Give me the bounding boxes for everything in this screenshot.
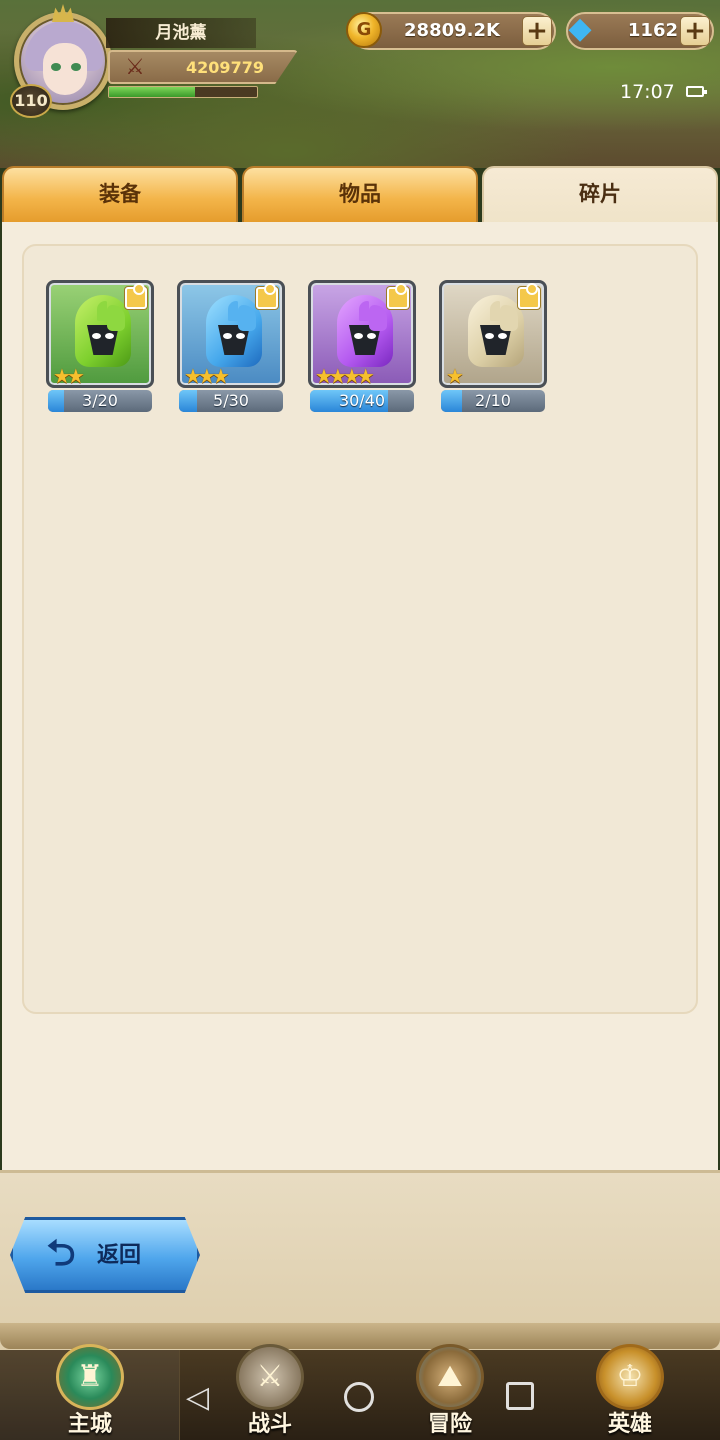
combat-power-plate: ⚔ 4209779 — [108, 50, 298, 84]
avatar-face — [43, 43, 87, 95]
bottom-scroll-panel: ⮌ 返回 — [0, 1170, 720, 1350]
fragment-progress-bar: 5/30 — [179, 390, 283, 412]
fragment-item-frame[interactable]: ★★★ — [177, 280, 285, 388]
star-rating: ★ — [446, 364, 464, 388]
helmet-crest — [107, 305, 125, 331]
gem-counter: ◆ 1162 + — [566, 12, 714, 50]
fragment-item-frame[interactable]: ★ — [439, 280, 547, 388]
player-avatar-frame[interactable]: 110 — [6, 4, 118, 118]
crown-icon — [52, 4, 74, 22]
fragment-slot[interactable]: ★ 2/10 — [439, 280, 547, 420]
fragment-slot[interactable]: ★★★ 5/30 — [177, 280, 285, 420]
fragment-progress-bar: 3/20 — [48, 390, 152, 412]
map-scroll-icon: ⛰ — [416, 1344, 484, 1410]
experience-bar — [108, 86, 258, 98]
nav-label: 主城 — [67, 1412, 112, 1437]
fragment-progress-bar: 2/10 — [441, 390, 545, 412]
gem-value: 1162 — [627, 20, 678, 41]
puzzle-piece-icon — [256, 283, 278, 309]
scroll-edge — [0, 1323, 720, 1349]
battery-icon — [686, 86, 707, 97]
avatar-eye-left — [51, 63, 61, 71]
swords-glyph: ⚔ — [256, 1359, 284, 1394]
back-button[interactable]: ⮌ 返回 — [10, 1217, 200, 1293]
star-rating: ★★★★ — [315, 364, 375, 388]
avatar-eye-right — [71, 63, 81, 71]
status-clock: 17:07 — [620, 81, 675, 103]
crossed-swords-icon: ⚔ — [236, 1344, 304, 1410]
helmet-crest — [369, 305, 387, 331]
system-recents-icon[interactable] — [506, 1382, 534, 1410]
tab-items[interactable]: 物品 — [242, 166, 478, 224]
diamond-icon: ◆ — [568, 11, 592, 46]
player-level-badge: 110 — [10, 84, 52, 118]
hero-crest-icon: ♔ — [596, 1344, 664, 1410]
star-rating: ★★★ — [184, 364, 230, 388]
fragment-item-frame[interactable]: ★★★★ — [308, 280, 416, 388]
crossed-swords-icon: ⚔ — [125, 55, 145, 80]
puzzle-piece-icon — [125, 283, 147, 309]
tab-fragments[interactable]: 碎片 — [482, 166, 718, 224]
helmet-horn — [359, 301, 369, 321]
tab-equipment[interactable]: 装备 — [2, 166, 238, 224]
star-rating: ★★ — [53, 364, 85, 388]
white-helmet-icon — [468, 295, 524, 367]
helmet-horn — [228, 301, 238, 321]
gold-value: 28809.2K — [404, 20, 500, 41]
top-header: 110 月池薰 ⚔ 4209779 G 28809.2K + ◆ 1162 + … — [0, 0, 720, 168]
map-glyph: ⛰ — [437, 1359, 463, 1394]
castle-icon: ♜ — [56, 1344, 124, 1410]
system-home-icon[interactable] — [344, 1382, 374, 1412]
add-gems-button[interactable]: + — [680, 16, 710, 46]
helmet-crest — [500, 305, 518, 331]
return-arrow-icon: ⮌ — [46, 1233, 76, 1274]
helmet-horn — [490, 301, 500, 321]
blue-helmet-icon — [206, 295, 262, 367]
fragment-item-frame[interactable]: ★★ — [46, 280, 154, 388]
nav-main-city[interactable]: ♜ 主城 — [0, 1344, 180, 1440]
nav-heroes[interactable]: ♔ 英雄 — [540, 1344, 720, 1440]
combat-power-value: 4209779 — [186, 58, 264, 77]
fragment-progress-bar: 30/40 — [310, 390, 414, 412]
back-button-label: 返回 — [97, 1243, 142, 1268]
player-name: 月池薰 — [106, 18, 256, 48]
experience-bar-fill — [109, 87, 195, 97]
nav-label: 英雄 — [607, 1412, 652, 1437]
nav-label: 冒险 — [427, 1412, 472, 1437]
green-helmet-icon — [75, 295, 131, 367]
fragment-count: 3/20 — [82, 391, 118, 410]
gold-counter: G 28809.2K + — [346, 12, 556, 50]
crest-glyph: ♔ — [616, 1359, 644, 1394]
fragment-slot[interactable]: ★★★★ 30/40 — [308, 280, 416, 420]
gold-coin-icon: G — [346, 12, 382, 48]
helmet-crest — [238, 305, 256, 331]
add-gold-button[interactable]: + — [522, 16, 552, 46]
fragment-count: 2/10 — [475, 391, 511, 410]
castle-glyph: ♜ — [76, 1359, 104, 1394]
fragment-grid: ★★ 3/20 ★★★ 5/30 ★★★★ 30/40 ★ 2/10 — [22, 244, 698, 1014]
inventory-panel: ★★ 3/20 ★★★ 5/30 ★★★★ 30/40 ★ 2/10 — [2, 222, 718, 1170]
fragment-count: 30/40 — [338, 391, 386, 410]
system-back-icon[interactable]: ◁ — [186, 1382, 218, 1414]
fragment-slot[interactable]: ★★ 3/20 — [46, 280, 154, 420]
puzzle-piece-icon — [387, 283, 409, 309]
purple-helmet-icon — [337, 295, 393, 367]
puzzle-piece-icon — [518, 283, 540, 309]
bag-tabs: 装备 物品 碎片 — [0, 166, 720, 224]
fragment-count: 5/30 — [213, 391, 249, 410]
helmet-horn — [97, 301, 107, 321]
